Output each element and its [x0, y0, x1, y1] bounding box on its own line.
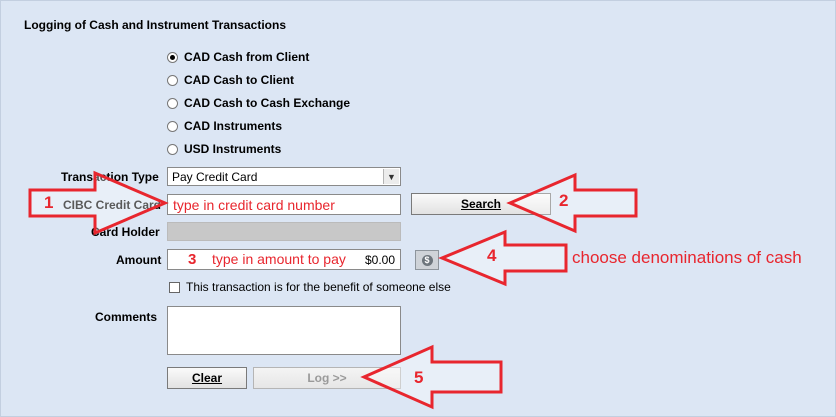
annotation-2: 2 [559, 191, 569, 210]
annotation-5: 5 [414, 368, 424, 387]
annotation-4-text: choose denominations of cash [572, 248, 802, 267]
annotation-1: 1 [44, 193, 54, 212]
annotation-arrows [28, 170, 638, 410]
arrow-2 [506, 172, 638, 234]
annotation-4: 4 [487, 246, 497, 265]
arrow-4 [438, 229, 568, 287]
arrow-5 [360, 344, 503, 410]
